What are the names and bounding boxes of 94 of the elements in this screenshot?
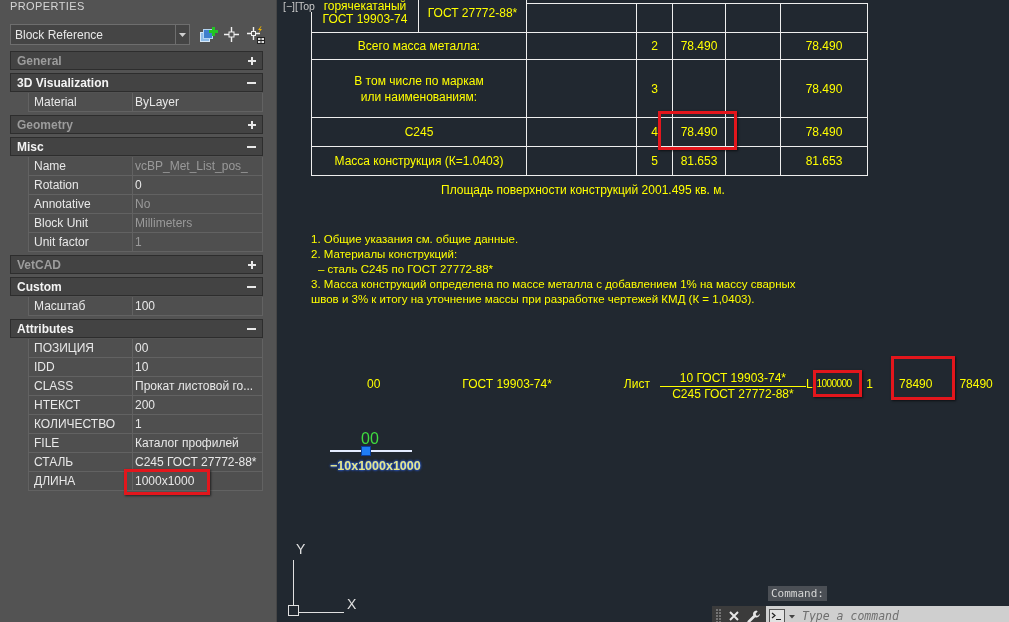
property-label: ПОЗИЦИЯ [34, 341, 94, 355]
axis-label: X [347, 597, 357, 611]
property-value: 1000x1000 [135, 474, 195, 488]
property-label: Unit factor [34, 235, 89, 249]
property-value: No [135, 197, 151, 211]
property-label: FILE [34, 436, 60, 450]
leader-title: 00 [361, 430, 379, 448]
property-value: 00 [135, 341, 149, 355]
section-header[interactable]: Misc [10, 137, 263, 156]
note-text: – сталь С245 по ГОСТ 27772-88* [318, 262, 495, 277]
property-label: CLASS [34, 379, 74, 393]
section-header[interactable]: VetCAD [10, 255, 263, 274]
property-label: IDD [34, 360, 55, 374]
count-value: 1 [866, 377, 874, 391]
crosshair-icon[interactable] [224, 27, 239, 42]
plus-icon [248, 120, 256, 129]
property-label: Rotation [34, 178, 79, 192]
grip-handle-icon[interactable] [716, 609, 721, 622]
section-header[interactable]: General [10, 51, 263, 70]
property-value: 10 [135, 360, 149, 374]
property-value: С245 ГОСТ 27772-88* [135, 455, 257, 469]
property-label: СТАЛЬ [34, 455, 74, 469]
table-text: Всего масса металла: [357, 38, 481, 54]
minus-icon [247, 81, 256, 84]
fraction-denominator: С245 ГОСТ 27772-88* [672, 388, 794, 401]
minus-icon [247, 285, 256, 288]
table-text: 81.653 [680, 153, 718, 169]
property-label: Material [34, 95, 77, 109]
section-header[interactable]: 3D Visualization [10, 73, 263, 92]
length-value: 1000000 [816, 378, 852, 390]
axis-label: Y [296, 542, 306, 556]
panel-title: PROPERTIES [9, 0, 86, 14]
property-value: 1 [135, 417, 142, 431]
table-text: В том числе по маркам или наименованиям: [354, 72, 484, 105]
property-value: ByLayer [135, 95, 180, 109]
table-text: 3 [651, 80, 658, 97]
property-value: Каталог профилей [135, 436, 239, 450]
table-text: 5 [651, 153, 658, 169]
property-value: 0 [135, 178, 142, 192]
minus-icon [247, 327, 256, 330]
mass-value: 78490 [899, 377, 933, 391]
table-text: 78.490 [680, 38, 718, 54]
table-text: 81.653 [805, 153, 843, 169]
position-mark: 00 [367, 377, 381, 391]
crosshair-lightning-icon[interactable] [247, 25, 265, 44]
property-value: Millimeters [135, 216, 193, 230]
ucs-icon [288, 560, 344, 616]
property-label: Annotative [34, 197, 91, 211]
standard-text: ГОСТ 19903-74* [462, 377, 552, 391]
squares-plus-icon[interactable] [200, 27, 218, 42]
table-text: Масса конструкция (К=1.0403) [334, 153, 504, 169]
object-type-dropdown[interactable]: Block Reference [10, 24, 190, 45]
table-text: С245 [404, 124, 434, 140]
sheet-label: Лист [623, 377, 650, 391]
grip-icon[interactable] [361, 446, 371, 456]
table-text: горячекатаный ГОСТ 19903-74 [322, 0, 408, 26]
section-header[interactable]: Attributes [10, 319, 263, 338]
area-note: Площадь поверхности конструкций 2001.495 кв. м. [441, 183, 725, 197]
property-label: Name [34, 159, 66, 173]
property-label: ДЛИНА [34, 474, 76, 488]
leader-text: −10x1000x1000 [330, 459, 421, 473]
plus-icon [248, 56, 256, 65]
fraction-numerator: 10 ГОСТ 19903-74* [679, 372, 786, 385]
table-text: 78.490 [805, 80, 843, 97]
command-history-text: Command: [768, 586, 827, 601]
note-text: 3. Масса конструкций определена по массе металла с добавлением 1% на массу сварных швов и 3% к итогу на уточнение массы при разработке чертежей КМД (К = 1,0403). [311, 277, 796, 307]
property-value: 1 [135, 235, 142, 249]
note-text: 1. Общие указания см. общие данные. [311, 232, 520, 247]
close-icon[interactable] [729, 611, 739, 621]
viewport-controls[interactable]: [−][Top [283, 0, 316, 12]
table-text: 4 [651, 124, 658, 140]
table-text: 78.490 [805, 124, 843, 140]
property-value: vcBP_Met_List_pos_ [135, 159, 248, 173]
table-text: 2 [651, 38, 658, 54]
property-label: НТЕКСТ [34, 398, 81, 412]
section-header[interactable]: Custom [10, 277, 263, 296]
property-value: 200 [135, 398, 156, 412]
length-prefix: L [805, 377, 813, 391]
property-label: КОЛИЧЕСТВО [34, 417, 116, 431]
wrench-icon[interactable] [747, 609, 760, 622]
property-value: Прокат листовой го... [135, 379, 254, 393]
caret-icon[interactable] [788, 606, 797, 622]
minus-icon [247, 145, 256, 148]
total-value: 78490 [959, 377, 993, 391]
property-value: 100 [135, 299, 156, 313]
table-text: ГОСТ 27772-88* [427, 5, 518, 21]
property-label: Block Unit [34, 216, 89, 230]
table-text: 78.490 [680, 125, 718, 139]
plus-icon [248, 260, 256, 269]
property-label: Масштаб [34, 299, 86, 313]
table-text: 78.490 [805, 38, 843, 54]
caret-icon[interactable] [179, 32, 186, 37]
note-text: 2. Материалы конструкций: [311, 247, 459, 262]
section-header[interactable]: Geometry [10, 115, 263, 134]
